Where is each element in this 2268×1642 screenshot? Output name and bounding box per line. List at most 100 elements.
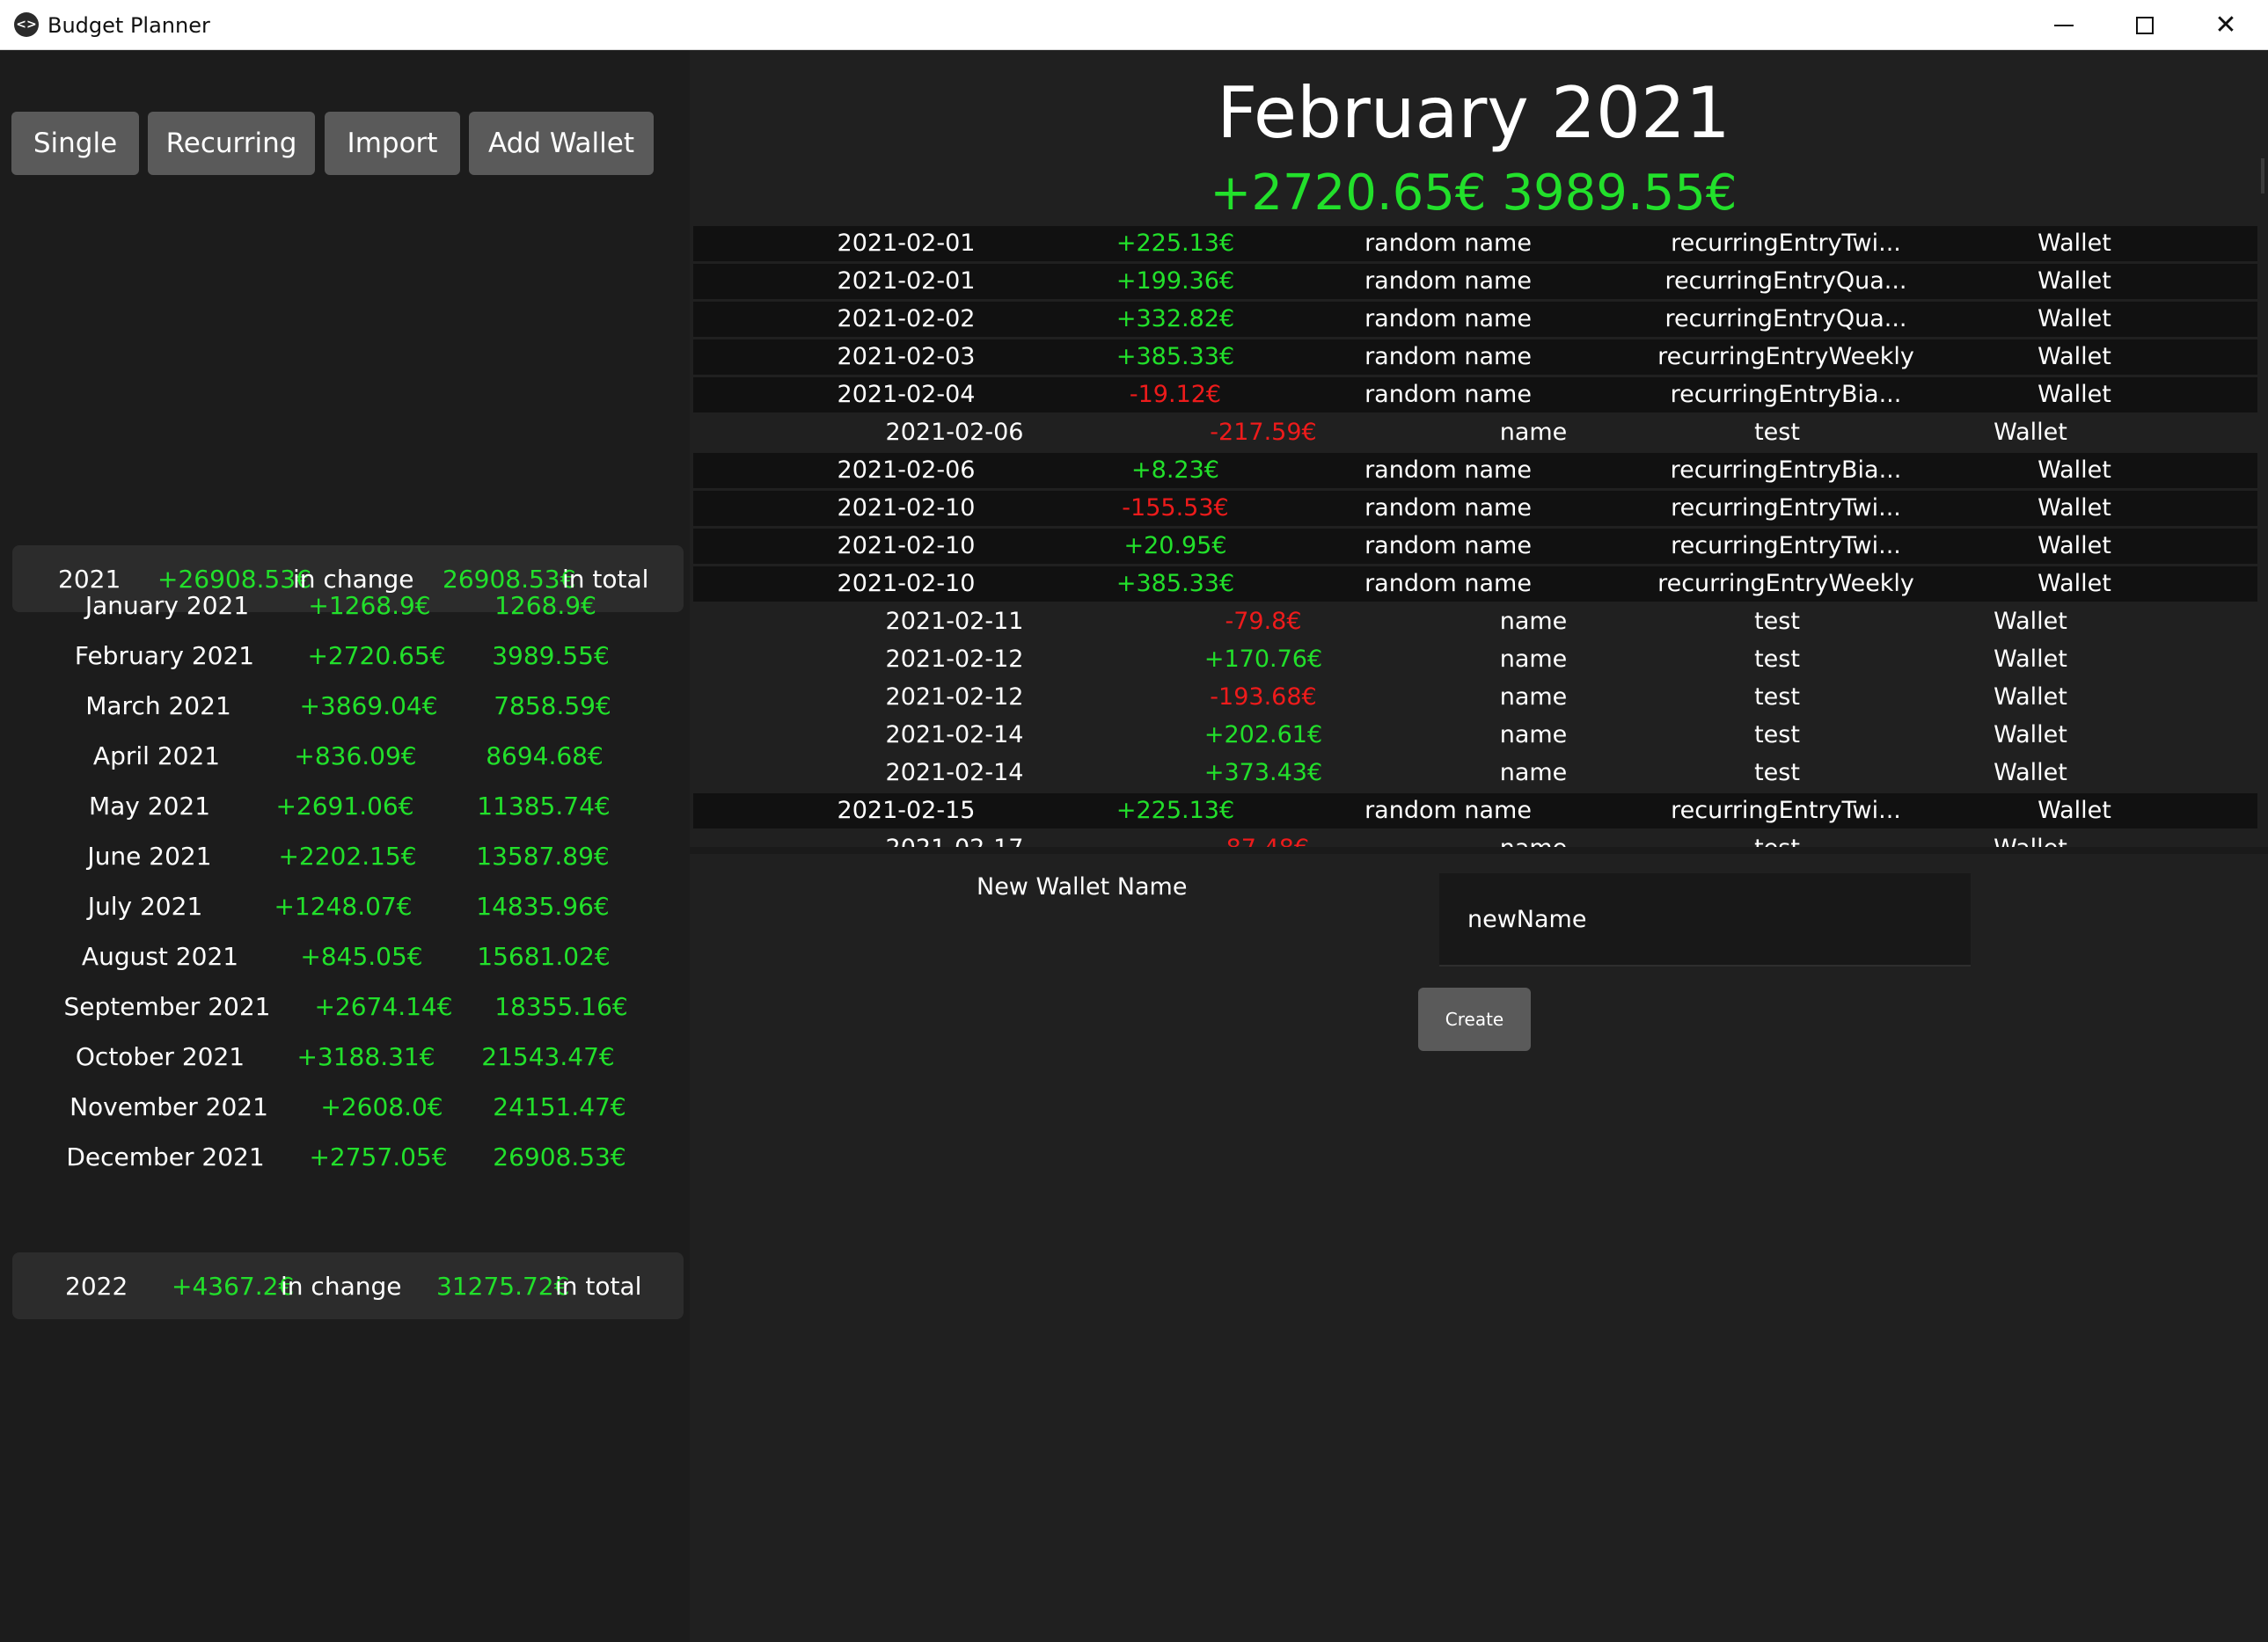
transaction-amount: +373.43€ — [1204, 759, 1323, 786]
transaction-amount: +170.76€ — [1204, 646, 1323, 673]
month-change: +2608.0€ — [320, 1092, 443, 1121]
transaction-wallet: Wallet — [1994, 721, 2067, 748]
month-name: May 2021 — [88, 792, 211, 821]
transaction-row[interactable]: 2021-02-10 -155.53€ random name recurringEn… — [693, 491, 2257, 526]
transaction-row[interactable]: 2021-02-02 +332.82€ random name recurringEn… — [693, 302, 2257, 337]
transaction-row[interactable]: 2021-02-11 -79.8€ name test Wallet — [693, 604, 2257, 639]
month-change: +1248.07€ — [274, 892, 413, 921]
transaction-row[interactable]: 2021-02-14 +373.43€ name test Wallet — [693, 755, 2257, 791]
transaction-category: recurringEntryQua... — [1664, 305, 1907, 332]
transaction-row[interactable]: 2021-02-10 +20.95€ random name recurringEnt… — [693, 529, 2257, 564]
month-name: April 2021 — [92, 741, 221, 770]
month-row[interactable]: May 2021 +2691.06€ 11385.74€ — [0, 783, 690, 833]
transaction-amount: +199.36€ — [1116, 267, 1235, 295]
transaction-category: test — [1754, 608, 1800, 635]
transaction-name: random name — [1364, 267, 1532, 295]
recurring-button[interactable]: Recurring — [148, 112, 315, 175]
month-change: +2757.05€ — [309, 1142, 448, 1171]
transaction-date: 2021-02-10 — [837, 570, 976, 597]
transaction-row[interactable]: 2021-02-04 -19.12€ random name recurringEnt… — [693, 377, 2257, 412]
transaction-row[interactable]: 2021-02-14 +202.61€ name test Wallet — [693, 718, 2257, 753]
close-button[interactable]: ✕ — [2185, 0, 2266, 50]
title-bar: <> Budget Planner ✕ — [0, 0, 2268, 50]
transaction-name: random name — [1364, 570, 1532, 597]
month-row[interactable]: December 2021 +2757.05€ 26908.53€ — [0, 1134, 690, 1184]
year-summary-2022[interactable]: 2022 +4367.2€ in change 31275.72€ in tot… — [12, 1252, 684, 1319]
month-row[interactable]: October 2021 +3188.31€ 21543.47€ — [0, 1033, 690, 1084]
transaction-date: 2021-02-14 — [885, 721, 1024, 748]
month-name: August 2021 — [81, 942, 239, 971]
transaction-row[interactable]: 2021-02-03 +385.33€ random name recurringEn… — [693, 339, 2257, 375]
year-change-suffix: in change — [281, 1272, 402, 1301]
transaction-name: name — [1499, 721, 1568, 748]
transaction-wallet: Wallet — [2038, 267, 2111, 295]
transaction-list[interactable]: 2021-02-01 +225.13€ random name recurringEn… — [690, 224, 2257, 847]
scrollbar[interactable] — [2261, 158, 2264, 193]
maximize-button[interactable] — [2104, 0, 2185, 50]
transaction-name: name — [1499, 608, 1568, 635]
month-total: 7858.59€ — [494, 691, 611, 720]
transaction-row[interactable]: 2021-02-10 +385.33€ random name recurringEn… — [693, 566, 2257, 602]
transaction-row[interactable]: 2021-02-01 +225.13€ random name recurringEn… — [693, 226, 2257, 261]
transaction-amount: -79.8€ — [1225, 608, 1302, 635]
transaction-name: random name — [1364, 305, 1532, 332]
transaction-row[interactable]: 2021-02-06 +8.23€ random name recurringEntr… — [693, 453, 2257, 488]
month-change: +3869.04€ — [299, 691, 438, 720]
import-button[interactable]: Import — [325, 112, 460, 175]
transaction-category: test — [1754, 646, 1800, 673]
transaction-row[interactable]: 2021-02-15 +225.13€ random name recurringEn… — [693, 793, 2257, 828]
transaction-date: 2021-02-04 — [837, 381, 976, 408]
transaction-wallet: Wallet — [2038, 456, 2111, 484]
transaction-row[interactable]: 2021-02-06 -217.59€ name test Wallet — [693, 415, 2257, 450]
transaction-name: name — [1499, 683, 1568, 711]
month-row[interactable]: September 2021 +2674.14€ 18355.16€ — [0, 983, 690, 1033]
month-row[interactable]: February 2021 +2720.65€ 3989.55€ — [0, 632, 690, 682]
transaction-date: 2021-02-14 — [885, 759, 1024, 786]
year-change: +4367.2€ — [172, 1272, 295, 1301]
month-change: +2720.65€ — [307, 641, 446, 670]
month-name: July 2021 — [87, 892, 203, 921]
transaction-date: 2021-02-12 — [885, 683, 1024, 711]
month-row[interactable]: April 2021 +836.09€ 8694.68€ — [0, 733, 690, 783]
month-row[interactable]: November 2021 +2608.0€ 24151.47€ — [0, 1084, 690, 1134]
year-total: 31275.72€ — [436, 1272, 570, 1301]
transaction-date: 2021-02-17 — [886, 835, 1024, 847]
month-row[interactable]: June 2021 +2202.15€ 13587.89€ — [0, 833, 690, 883]
month-change: +1268.9€ — [308, 591, 431, 620]
month-name: September 2021 — [63, 992, 271, 1021]
transaction-row[interactable]: 2021-02-12 -193.68€ name test Wallet — [693, 680, 2257, 715]
transaction-category: recurringEntryQua... — [1664, 267, 1907, 295]
transaction-name: name — [1499, 646, 1568, 673]
month-total: 11385.74€ — [477, 792, 611, 821]
month-row[interactable]: July 2021 +1248.07€ 14835.96€ — [0, 883, 690, 933]
month-row[interactable]: August 2021 +845.05€ 15681.02€ — [0, 933, 690, 983]
create-button[interactable]: Create — [1418, 988, 1531, 1051]
close-icon: ✕ — [2214, 10, 2237, 40]
transaction-category: recurringEntryBia... — [1670, 456, 1902, 484]
transaction-row[interactable]: 2021-02-01 +199.36€ random name recurringEn… — [693, 264, 2257, 299]
add-wallet-button[interactable]: Add Wallet — [469, 112, 654, 175]
single-button[interactable]: Single — [11, 112, 139, 175]
transaction-category: test — [1754, 835, 1800, 847]
month-name: March 2021 — [85, 691, 231, 720]
month-row[interactable]: March 2021 +3869.04€ 7858.59€ — [0, 682, 690, 733]
minimize-button[interactable] — [2023, 0, 2104, 50]
transaction-wallet: Wallet — [1994, 683, 2067, 711]
transaction-amount: +20.95€ — [1123, 532, 1227, 559]
month-change: +3188.31€ — [296, 1042, 435, 1071]
transaction-date: 2021-02-11 — [885, 608, 1024, 635]
transaction-amount: +225.13€ — [1116, 797, 1235, 824]
transaction-amount: -87.48€ — [1218, 835, 1309, 847]
transaction-row[interactable]: 2021-02-17 -87.48€ name test Wallet — [693, 831, 2257, 847]
transaction-row[interactable]: 2021-02-12 +170.76€ name test Wallet — [693, 642, 2257, 677]
month-row[interactable]: January 2021 +1268.9€ 1268.9€ — [0, 582, 690, 632]
transaction-name: random name — [1364, 230, 1532, 257]
transaction-name: random name — [1364, 532, 1532, 559]
transaction-category: test — [1754, 721, 1800, 748]
month-total: 3989.55€ — [492, 641, 610, 670]
transaction-name: random name — [1364, 797, 1532, 824]
month-total: 15681.02€ — [477, 942, 611, 971]
transaction-wallet: Wallet — [2038, 230, 2111, 257]
transaction-date: 2021-02-06 — [885, 419, 1024, 446]
new-wallet-name-input[interactable] — [1439, 873, 1971, 967]
